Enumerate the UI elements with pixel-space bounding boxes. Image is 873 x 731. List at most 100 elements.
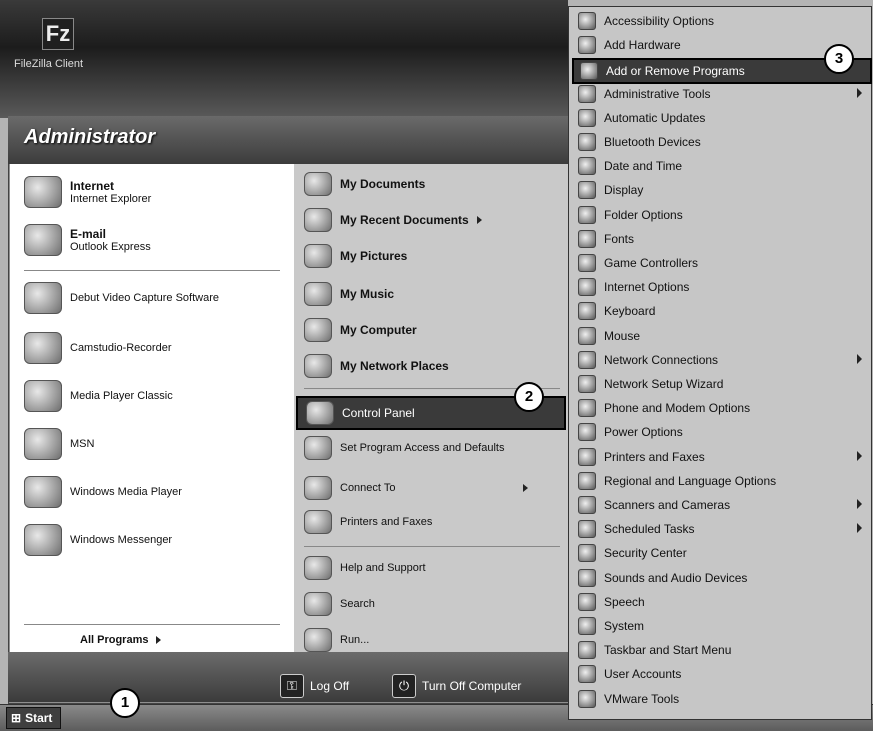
recent-camstudio[interactable]: Camstudio-Recorder bbox=[24, 332, 171, 364]
control-panel-item-automatic-updates[interactable]: Automatic Updates bbox=[572, 107, 868, 129]
control-panel-item-vmware-tools[interactable]: VMware Tools bbox=[572, 688, 868, 710]
control-panel-label: Control Panel bbox=[342, 406, 415, 420]
help-label: Search bbox=[340, 598, 375, 610]
recent-label: Windows Media Player bbox=[70, 486, 182, 498]
control-panel-item-security-center[interactable]: Security Center bbox=[572, 542, 868, 564]
control-panel-item-taskbar-and-start-menu[interactable]: Taskbar and Start Menu bbox=[572, 639, 868, 661]
filezilla-icon[interactable]: Fz bbox=[42, 18, 74, 50]
control-panel-item-mouse[interactable]: Mouse bbox=[572, 325, 868, 347]
media-player-classic-icon bbox=[24, 380, 62, 412]
control-panel-item-phone-and-modem-options[interactable]: Phone and Modem Options bbox=[572, 397, 868, 419]
help-and-support-item[interactable]: Help and Support bbox=[304, 556, 426, 580]
control-panel-item-label: Mouse bbox=[604, 328, 641, 343]
control-panel-item-label: Internet Options bbox=[604, 280, 690, 295]
place-my-computer[interactable]: My Computer bbox=[304, 318, 417, 342]
place-my-network-places[interactable]: My Network Places bbox=[304, 354, 449, 378]
turn-off-button[interactable]: ⏻ Turn Off Computer bbox=[392, 674, 521, 698]
folder-icon bbox=[304, 172, 332, 196]
place-my-music[interactable]: My Music bbox=[304, 282, 394, 306]
program-access-icon bbox=[304, 436, 332, 460]
control-panel-item-sounds-and-audio-devices[interactable]: Sounds and Audio Devices bbox=[572, 567, 868, 589]
control-panel-applet-icon bbox=[578, 84, 596, 103]
control-panel-applet-icon bbox=[578, 254, 596, 272]
control-panel-item-folder-options[interactable]: Folder Options bbox=[572, 204, 868, 226]
callout-1: 1 bbox=[110, 688, 140, 718]
control-panel-item-label: Phone and Modem Options bbox=[604, 401, 751, 416]
recent-windows-messenger[interactable]: Windows Messenger bbox=[24, 524, 172, 556]
control-panel-item-label: Automatic Updates bbox=[604, 110, 706, 125]
recent-msn[interactable]: MSN bbox=[24, 428, 94, 460]
control-panel-item-speech[interactable]: Speech bbox=[572, 591, 868, 613]
folder-icon bbox=[304, 244, 332, 268]
control-panel-item-label: Scheduled Tasks bbox=[604, 522, 695, 537]
control-panel-applet-icon bbox=[580, 62, 598, 81]
desktop-wallpaper bbox=[0, 0, 568, 118]
control-panel-item-display[interactable]: Display bbox=[572, 179, 868, 201]
set-program-access-item[interactable]: Set Program Access and Defaults bbox=[304, 436, 520, 460]
control-panel-item-system[interactable]: System bbox=[572, 615, 868, 637]
control-panel-applet-icon bbox=[578, 326, 596, 345]
control-panel-item-power-options[interactable]: Power Options bbox=[572, 421, 868, 443]
control-panel-item-fonts[interactable]: Fonts bbox=[572, 228, 868, 250]
control-panel-item-network-setup-wizard[interactable]: Network Setup Wizard bbox=[572, 373, 868, 395]
control-panel-item-bluetooth-devices[interactable]: Bluetooth Devices bbox=[572, 131, 868, 153]
control-panel-item-scheduled-tasks[interactable]: Scheduled Tasks bbox=[572, 518, 868, 540]
control-panel-item-label: User Accounts bbox=[604, 667, 682, 682]
place-my-documents[interactable]: My Documents bbox=[304, 172, 425, 196]
place-label: My Pictures bbox=[340, 249, 408, 263]
control-panel-item-label: Add or Remove Programs bbox=[606, 64, 745, 79]
control-panel-item-network-connections[interactable]: Network Connections bbox=[572, 349, 868, 371]
control-panel-item-label: Add Hardware bbox=[604, 38, 681, 53]
control-panel-item-internet-options[interactable]: Internet Options bbox=[572, 276, 868, 298]
control-panel-item-administrative-tools[interactable]: Administrative Tools bbox=[572, 83, 868, 105]
run-item[interactable]: Run... bbox=[304, 628, 369, 652]
pinned-internet[interactable]: Internet Internet Explorer bbox=[24, 176, 151, 208]
control-panel-item-user-accounts[interactable]: User Accounts bbox=[572, 663, 868, 685]
control-panel-item-add-hardware[interactable]: Add Hardware bbox=[572, 34, 868, 56]
internet-explorer-icon bbox=[24, 176, 62, 208]
control-panel-item-accessibility-options[interactable]: Accessibility Options bbox=[572, 10, 868, 32]
control-panel-item-date-and-time[interactable]: Date and Time bbox=[572, 155, 868, 177]
control-panel-item-regional-and-language-options[interactable]: Regional and Language Options bbox=[572, 470, 868, 492]
search-item[interactable]: Search bbox=[304, 592, 375, 616]
all-programs-button[interactable]: All Programs bbox=[80, 634, 162, 646]
submenu-arrow-icon bbox=[857, 450, 862, 461]
recent-debut-video[interactable]: Debut Video Capture Software bbox=[24, 282, 220, 314]
control-panel-item-scanners-and-cameras[interactable]: Scanners and Cameras bbox=[572, 494, 868, 516]
divider bbox=[24, 270, 280, 271]
control-panel-item-label: Regional and Language Options bbox=[604, 473, 777, 488]
printers-and-faxes-item[interactable]: Printers and Faxes bbox=[304, 510, 432, 534]
control-panel-applet-icon bbox=[578, 471, 596, 490]
control-panel-item-game-controllers[interactable]: Game Controllers bbox=[572, 252, 868, 274]
pinned-subtitle: Internet Explorer bbox=[70, 193, 152, 205]
control-panel-item-label: Folder Options bbox=[604, 207, 683, 222]
control-panel-applet-icon bbox=[578, 36, 596, 55]
control-panel-item-label: Display bbox=[604, 183, 644, 198]
place-my-recent-documents[interactable]: My Recent Documents bbox=[304, 208, 482, 232]
control-panel-item-keyboard[interactable]: Keyboard bbox=[572, 300, 868, 322]
recent-windows-media-player[interactable]: Windows Media Player bbox=[24, 476, 182, 508]
control-panel-item-label: Sounds and Audio Devices bbox=[604, 570, 748, 585]
log-off-button[interactable]: ⚿ Log Off bbox=[280, 674, 349, 698]
connect-to-item[interactable]: Connect To bbox=[304, 476, 529, 500]
recent-media-player-classic[interactable]: Media Player Classic bbox=[24, 380, 173, 412]
pinned-title: Internet bbox=[70, 179, 115, 193]
place-label: My Documents bbox=[340, 177, 426, 191]
pinned-email[interactable]: E-mail Outlook Express bbox=[24, 224, 151, 256]
control-panel-applet-icon bbox=[578, 205, 596, 224]
place-label: My Recent Documents bbox=[340, 213, 469, 227]
control-panel-item-printers-and-faxes[interactable]: Printers and Faxes bbox=[572, 446, 868, 468]
control-panel-applet-icon bbox=[578, 665, 596, 684]
help-icon bbox=[304, 556, 332, 580]
start-button[interactable]: ⊞ Start bbox=[6, 707, 62, 729]
control-panel-item-label: Network Setup Wizard bbox=[604, 377, 724, 391]
control-panel-applet-icon bbox=[578, 302, 596, 321]
control-panel-applet-icon bbox=[578, 520, 596, 539]
place-label: My Network Places bbox=[340, 359, 449, 373]
help-label: Run... bbox=[340, 634, 370, 646]
computer-icon bbox=[304, 318, 332, 342]
folder-icon bbox=[304, 208, 332, 232]
control-panel-applet-icon bbox=[578, 496, 596, 514]
place-my-pictures[interactable]: My Pictures bbox=[304, 244, 407, 268]
filezilla-label[interactable]: FileZilla Client bbox=[14, 58, 83, 70]
